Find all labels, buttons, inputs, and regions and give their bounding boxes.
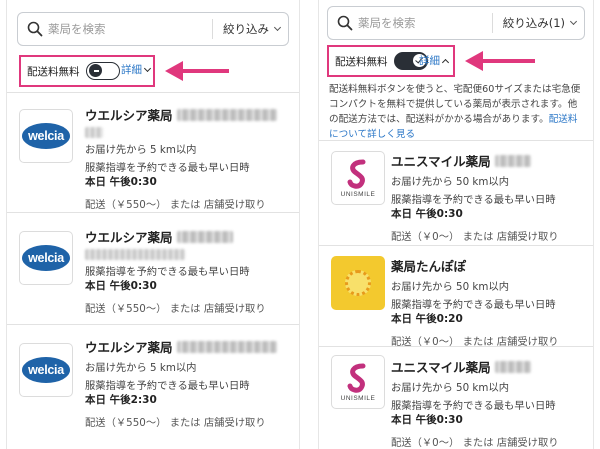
earliest-time: 本日 午後0:30 — [85, 176, 157, 188]
pointer-arrow-icon — [465, 51, 535, 71]
distance: お届け先から 50 km以内 — [391, 382, 510, 394]
pharmacy-name: 薬局たんぽぽ — [391, 259, 467, 274]
earliest-time: 本日 午後0:30 — [85, 280, 157, 292]
pointer-arrow-icon — [165, 61, 229, 81]
distance: お届け先から 5 km以内 — [85, 144, 197, 156]
earliest-time: 本日 午後0:30 — [391, 414, 463, 426]
chevron-down-icon — [143, 64, 152, 72]
free-shipping-label: 配送料無料 — [27, 65, 80, 78]
logo-text: welcia — [22, 357, 70, 383]
pharmacy-logo: welcia — [19, 343, 73, 397]
description-text: 配送料無料ボタンを使うと、宅配便60サイズまたは宅急便コンパクトを無料で提供して… — [329, 84, 581, 125]
shipping-info: 配送（￥550～） または 店舗受け取り — [85, 417, 266, 429]
detail-label: 詳細 — [121, 64, 142, 76]
free-shipping-label: 配送料無料 — [335, 55, 388, 68]
pharmacy-logo: welcia — [19, 109, 73, 163]
earliest-label: 服薬指導を予約できる最も早い日時 — [391, 400, 556, 412]
logo-text: welcia — [22, 123, 70, 149]
search-bar[interactable]: 薬局を検索 絞り込み — [17, 12, 289, 46]
blurred-branch — [494, 154, 531, 167]
pharmacy-card[interactable]: 薬局たんぽぽ お届け先から 50 km以内 服薬指導を予約できる最も早い日時 本… — [319, 245, 593, 348]
search-input[interactable]: 薬局を検索 — [358, 15, 492, 31]
pharmacy-name: ユニスマイル薬局 — [391, 360, 491, 375]
pharmacy-name: ユニスマイル薬局 — [391, 154, 491, 169]
pharmacy-logo — [331, 256, 385, 310]
distance: お届け先から 50 km以内 — [391, 281, 510, 293]
pharmacy-logo: UNISMILE — [331, 355, 385, 409]
blurred-branch-continued — [85, 127, 103, 138]
toggle-off-icon[interactable] — [85, 62, 120, 80]
filter-label: 絞り込み — [223, 22, 269, 36]
earliest-label: 服薬指導を予約できる最も早い日時 — [391, 299, 556, 311]
chevron-down-icon — [569, 17, 578, 26]
free-shipping-description: 配送料無料ボタンを使うと、宅配便60サイズまたは宅急便コンパクトを無料で提供して… — [329, 82, 581, 142]
dandelion-icon — [345, 269, 371, 296]
blurred-branch — [494, 360, 531, 373]
earliest-label: 服薬指導を予約できる最も早い日時 — [85, 380, 250, 392]
filter-button[interactable]: 絞り込み — [212, 19, 288, 39]
pharmacy-name: ウエルシア薬局 — [85, 108, 173, 123]
earliest-label: 服薬指導を予約できる最も早い日時 — [85, 266, 250, 278]
detail-label: 詳細 — [419, 55, 440, 67]
shipping-info: 配送（￥0～） または 店舗受け取り — [391, 231, 559, 243]
logo-text: UNISMILE — [340, 394, 376, 402]
pharmacy-name: ウエルシア薬局 — [85, 340, 173, 355]
detail-link[interactable]: 詳細 — [419, 53, 450, 68]
filter-button[interactable]: 絞り込み(1) — [491, 13, 584, 33]
blurred-branch — [176, 340, 277, 353]
shipping-info: 配送（￥550～） または 店舗受け取り — [85, 303, 266, 315]
logo-text: welcia — [22, 245, 70, 271]
pharmacy-name: ウエルシア薬局 — [85, 230, 173, 245]
blurred-branch — [176, 230, 233, 243]
filter-label: 絞り込み(1) — [502, 16, 565, 30]
shipping-info: 配送（￥550～） または 店舗受け取り — [85, 199, 266, 211]
search-icon — [332, 7, 358, 39]
earliest-label: 服薬指導を予約できる最も早い日時 — [85, 162, 250, 174]
left-screen: 薬局を検索 絞り込み 配送料無料 詳細 welcia ウエルシア薬局 お届け先か… — [6, 0, 300, 449]
right-screen: 薬局を検索 絞り込み(1) 配送料無料 詳細 配送料無料ボタンを使うと、宅配便6… — [318, 0, 594, 449]
distance: お届け先から 50 km以内 — [391, 176, 510, 188]
pharmacy-card[interactable]: welcia ウエルシア薬局 服薬指導を予約できる最も早い日時 本日 午後0:3… — [7, 212, 299, 328]
chevron-down-icon — [273, 23, 282, 32]
blurred-distance — [85, 249, 185, 260]
earliest-time: 本日 午後0:30 — [391, 208, 463, 220]
detail-link[interactable]: 詳細 — [121, 62, 152, 77]
shipping-info: 配送（￥0～） または 店舗受け取り — [391, 437, 559, 449]
search-input[interactable]: 薬局を検索 — [48, 21, 212, 37]
earliest-label: 服薬指導を予約できる最も早い日時 — [391, 194, 556, 206]
earliest-time: 本日 午後0:20 — [391, 313, 463, 325]
distance: お届け先から 5 km以内 — [85, 362, 197, 374]
pharmacy-logo: UNISMILE — [331, 151, 385, 205]
logo-text: UNISMILE — [340, 190, 376, 198]
pharmacy-card[interactable]: UNISMILE ユニスマイル薬局 お届け先から 50 km以内 服薬指導を予約… — [319, 140, 593, 244]
pharmacy-card[interactable]: welcia ウエルシア薬局 お届け先から 5 km以内 服薬指導を予約できる最… — [7, 324, 299, 449]
blurred-branch — [176, 108, 277, 121]
earliest-time: 本日 午後2:30 — [85, 394, 157, 406]
unismile-mark-icon — [347, 363, 366, 393]
unismile-mark-icon — [347, 159, 366, 189]
search-bar[interactable]: 薬局を検索 絞り込み(1) — [327, 6, 585, 40]
pharmacy-card[interactable]: UNISMILE ユニスマイル薬局 お届け先から 50 km以内 服薬指導を予約… — [319, 346, 593, 449]
pharmacy-logo: welcia — [19, 231, 73, 285]
pharmacy-card[interactable]: welcia ウエルシア薬局 お届け先から 5 km以内 服薬指導を予約できる最… — [7, 92, 299, 211]
search-icon — [22, 13, 48, 45]
chevron-up-icon — [441, 58, 450, 66]
